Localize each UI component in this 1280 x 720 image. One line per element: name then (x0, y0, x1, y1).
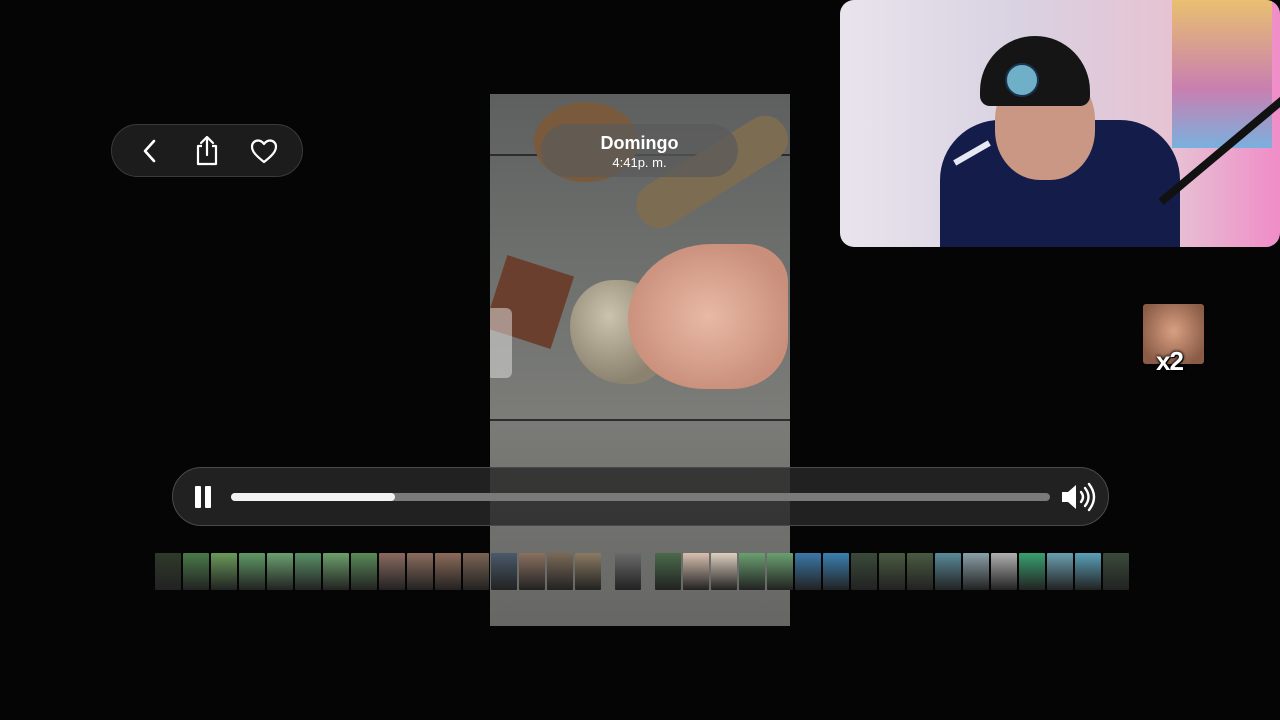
share-icon (196, 135, 218, 165)
filmstrip-thumbnail[interactable] (463, 553, 489, 590)
filmstrip-thumbnail[interactable] (239, 553, 265, 590)
filmstrip-gap (603, 553, 613, 590)
filmstrip-thumbnail[interactable] (991, 553, 1017, 590)
filmstrip-thumbnail[interactable] (851, 553, 877, 590)
chevron-left-icon (144, 139, 156, 162)
filmstrip-thumbnail[interactable] (1075, 553, 1101, 590)
filmstrip-thumbnail[interactable] (655, 553, 681, 590)
playback-bar (172, 467, 1109, 526)
filmstrip-thumbnail[interactable] (1047, 553, 1073, 590)
filmstrip-thumbnail[interactable] (963, 553, 989, 590)
filmstrip-thumbnail[interactable] (935, 553, 961, 590)
back-button[interactable] (130, 131, 170, 171)
filmstrip-thumbnail[interactable] (155, 553, 181, 590)
filmstrip-thumbnail[interactable] (907, 553, 933, 590)
pause-button[interactable] (191, 484, 215, 510)
media-toolbar (111, 124, 303, 177)
filmstrip-thumbnail[interactable] (683, 553, 709, 590)
filmstrip-thumbnail[interactable] (435, 553, 461, 590)
progress-track[interactable] (231, 493, 1050, 501)
emote-count: x2 (1156, 346, 1184, 376)
filmstrip-thumbnail[interactable] (379, 553, 405, 590)
filmstrip-thumbnail[interactable] (407, 553, 433, 590)
filmstrip-thumbnail[interactable] (323, 553, 349, 590)
filmstrip-thumbnail[interactable] (767, 553, 793, 590)
pause-icon (195, 486, 201, 508)
filmstrip-thumbnail[interactable] (1019, 553, 1045, 590)
plastic-cup (490, 308, 512, 378)
filmstrip-thumbnail[interactable] (547, 553, 573, 590)
share-button[interactable] (187, 131, 227, 171)
filmstrip-thumbnail[interactable] (879, 553, 905, 590)
cap-logo (1005, 63, 1039, 97)
progress-fill (231, 493, 395, 501)
filmstrip-thumbnail[interactable] (739, 553, 765, 590)
filmstrip-thumbnail[interactable] (711, 553, 737, 590)
filmstrip-thumbnail[interactable] (1103, 553, 1129, 590)
filmstrip-thumbnail[interactable] (211, 553, 237, 590)
filmstrip-thumbnail[interactable] (267, 553, 293, 590)
filmstrip-thumbnail[interactable] (795, 553, 821, 590)
filmstrip-thumbnail[interactable] (615, 553, 641, 590)
filmstrip (155, 553, 1129, 590)
filmstrip-thumbnail[interactable] (351, 553, 377, 590)
hand (628, 244, 788, 389)
table-plank (490, 419, 790, 421)
speaker-wave-icon (1062, 482, 1096, 512)
volume-button[interactable] (1059, 482, 1099, 512)
date-time: 4:41p. m. (612, 155, 667, 170)
filmstrip-thumbnail[interactable] (295, 553, 321, 590)
filmstrip-gap (643, 553, 653, 590)
filmstrip-thumbnail[interactable] (491, 553, 517, 590)
filmstrip-thumbnail[interactable] (183, 553, 209, 590)
filmstrip-thumbnail[interactable] (823, 553, 849, 590)
date-day: Domingo (600, 133, 679, 153)
date-pill: Domingo 4:41p. m. (541, 124, 738, 177)
favorite-button[interactable] (244, 131, 284, 171)
filmstrip-thumbnail[interactable] (519, 553, 545, 590)
filmstrip-thumbnail[interactable] (575, 553, 601, 590)
heart-icon (250, 138, 277, 163)
webcam-overlay (840, 0, 1280, 247)
pause-icon (205, 486, 211, 508)
